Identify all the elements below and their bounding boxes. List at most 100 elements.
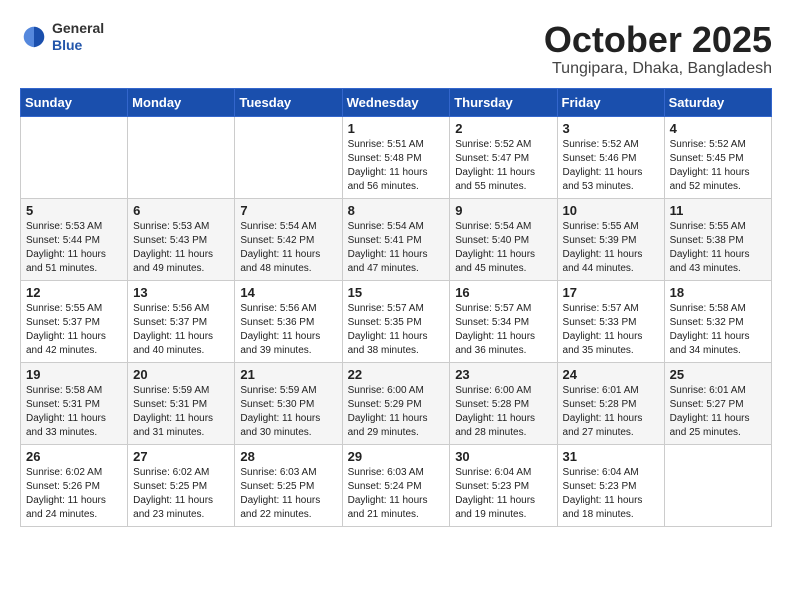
day-number: 30 bbox=[455, 449, 551, 464]
day-info: Sunrise: 5:54 AMSunset: 5:40 PMDaylight:… bbox=[455, 220, 551, 276]
day-number: 9 bbox=[455, 203, 551, 218]
weekday-header-row: SundayMondayTuesdayWednesdayThursdayFrid… bbox=[21, 88, 772, 116]
logo-icon bbox=[20, 23, 48, 51]
calendar-cell: 15 Sunrise: 5:57 AMSunset: 5:35 PMDayligh… bbox=[342, 280, 450, 362]
day-info: Sunrise: 5:57 AMSunset: 5:33 PMDaylight:… bbox=[563, 302, 659, 358]
day-number: 11 bbox=[670, 203, 766, 218]
day-info: Sunrise: 5:52 AMSunset: 5:45 PMDaylight:… bbox=[670, 138, 766, 194]
day-info: Sunrise: 6:01 AMSunset: 5:28 PMDaylight:… bbox=[563, 384, 659, 440]
day-info: Sunrise: 6:01 AMSunset: 5:27 PMDaylight:… bbox=[670, 384, 766, 440]
day-number: 27 bbox=[133, 449, 229, 464]
day-number: 4 bbox=[670, 121, 766, 136]
day-number: 7 bbox=[240, 203, 336, 218]
calendar-cell: 17 Sunrise: 5:57 AMSunset: 5:33 PMDayligh… bbox=[557, 280, 664, 362]
day-info: Sunrise: 5:52 AMSunset: 5:47 PMDaylight:… bbox=[455, 138, 551, 194]
title-area: October 2025 Tungipara, Dhaka, Banglades… bbox=[544, 20, 772, 78]
calendar-cell: 23 Sunrise: 6:00 AMSunset: 5:28 PMDayligh… bbox=[450, 362, 557, 444]
calendar-cell: 21Sunrise: 5:59 AMSunset: 5:30 PMDayligh… bbox=[235, 362, 342, 444]
calendar-cell: 10 Sunrise: 5:55 AMSunset: 5:39 PMDayligh… bbox=[557, 198, 664, 280]
calendar-cell: 9 Sunrise: 5:54 AMSunset: 5:40 PMDaylight… bbox=[450, 198, 557, 280]
calendar-cell: 2 Sunrise: 5:52 AMSunset: 5:47 PMDaylight… bbox=[450, 116, 557, 198]
day-number: 6 bbox=[133, 203, 229, 218]
weekday-header-saturday: Saturday bbox=[664, 88, 771, 116]
day-number: 5 bbox=[26, 203, 122, 218]
day-info: Sunrise: 5:54 AMSunset: 5:41 PMDaylight:… bbox=[348, 220, 445, 276]
day-info: Sunrise: 5:59 AMSunset: 5:30 PMDaylight:… bbox=[240, 384, 336, 440]
day-info: Sunrise: 6:03 AMSunset: 5:24 PMDaylight:… bbox=[348, 466, 445, 522]
day-number: 28 bbox=[240, 449, 336, 464]
calendar-cell: 29 Sunrise: 6:03 AMSunset: 5:24 PMDayligh… bbox=[342, 444, 450, 526]
day-number: 10 bbox=[563, 203, 659, 218]
day-number: 18 bbox=[670, 285, 766, 300]
weekday-header-tuesday: Tuesday bbox=[235, 88, 342, 116]
calendar-table: SundayMondayTuesdayWednesdayThursdayFrid… bbox=[20, 88, 772, 527]
day-number: 2 bbox=[455, 121, 551, 136]
calendar-cell: 14Sunrise: 5:56 AMSunset: 5:36 PMDayligh… bbox=[235, 280, 342, 362]
logo-general: General bbox=[52, 20, 104, 37]
day-number: 19 bbox=[26, 367, 122, 382]
day-info: Sunrise: 6:00 AMSunset: 5:29 PMDaylight:… bbox=[348, 384, 445, 440]
day-number: 22 bbox=[348, 367, 445, 382]
calendar-cell bbox=[21, 116, 128, 198]
calendar-cell: 27Sunrise: 6:02 AMSunset: 5:25 PMDayligh… bbox=[128, 444, 235, 526]
day-info: Sunrise: 5:55 AMSunset: 5:39 PMDaylight:… bbox=[563, 220, 659, 276]
calendar-cell: 28 Sunrise: 6:03 AMSunset: 5:25 PMDayligh… bbox=[235, 444, 342, 526]
weekday-header-friday: Friday bbox=[557, 88, 664, 116]
day-number: 16 bbox=[455, 285, 551, 300]
day-info: Sunrise: 6:03 AMSunset: 5:25 PMDaylight:… bbox=[240, 466, 336, 522]
day-info: Sunrise: 5:56 AMSunset: 5:36 PMDaylight:… bbox=[240, 302, 336, 358]
weekday-header-sunday: Sunday bbox=[21, 88, 128, 116]
calendar-cell: 19Sunrise: 5:58 AMSunset: 5:31 PMDayligh… bbox=[21, 362, 128, 444]
calendar-cell: 3 Sunrise: 5:52 AMSunset: 5:46 PMDaylight… bbox=[557, 116, 664, 198]
calendar-cell: 8 Sunrise: 5:54 AMSunset: 5:41 PMDaylight… bbox=[342, 198, 450, 280]
day-number: 13 bbox=[133, 285, 229, 300]
calendar-cell: 22 Sunrise: 6:00 AMSunset: 5:29 PMDayligh… bbox=[342, 362, 450, 444]
day-number: 17 bbox=[563, 285, 659, 300]
weekday-header-thursday: Thursday bbox=[450, 88, 557, 116]
day-info: Sunrise: 5:57 AMSunset: 5:35 PMDaylight:… bbox=[348, 302, 445, 358]
day-number: 29 bbox=[348, 449, 445, 464]
day-number: 26 bbox=[26, 449, 122, 464]
day-info: Sunrise: 5:53 AMSunset: 5:44 PMDaylight:… bbox=[26, 220, 122, 276]
calendar-cell: 25 Sunrise: 6:01 AMSunset: 5:27 PMDayligh… bbox=[664, 362, 771, 444]
day-info: Sunrise: 5:55 AMSunset: 5:38 PMDaylight:… bbox=[670, 220, 766, 276]
calendar-cell: 30Sunrise: 6:04 AMSunset: 5:23 PMDayligh… bbox=[450, 444, 557, 526]
calendar-cell: 16 Sunrise: 5:57 AMSunset: 5:34 PMDayligh… bbox=[450, 280, 557, 362]
day-number: 3 bbox=[563, 121, 659, 136]
location: Tungipara, Dhaka, Bangladesh bbox=[544, 60, 772, 78]
week-row-3: 12 Sunrise: 5:55 AMSunset: 5:37 PMDayligh… bbox=[21, 280, 772, 362]
day-info: Sunrise: 5:58 AMSunset: 5:32 PMDaylight:… bbox=[670, 302, 766, 358]
calendar-cell: 31 Sunrise: 6:04 AMSunset: 5:23 PMDayligh… bbox=[557, 444, 664, 526]
day-number: 25 bbox=[670, 367, 766, 382]
day-number: 1 bbox=[348, 121, 445, 136]
day-number: 15 bbox=[348, 285, 445, 300]
calendar-cell: 18 Sunrise: 5:58 AMSunset: 5:32 PMDayligh… bbox=[664, 280, 771, 362]
day-info: Sunrise: 5:53 AMSunset: 5:43 PMDaylight:… bbox=[133, 220, 229, 276]
day-info: Sunrise: 6:00 AMSunset: 5:28 PMDaylight:… bbox=[455, 384, 551, 440]
week-row-1: 1 Sunrise: 5:51 AMSunset: 5:48 PMDaylight… bbox=[21, 116, 772, 198]
day-number: 31 bbox=[563, 449, 659, 464]
calendar-cell: 11 Sunrise: 5:55 AMSunset: 5:38 PMDayligh… bbox=[664, 198, 771, 280]
calendar-cell: 7 Sunrise: 5:54 AMSunset: 5:42 PMDaylight… bbox=[235, 198, 342, 280]
day-number: 23 bbox=[455, 367, 551, 382]
day-number: 24 bbox=[563, 367, 659, 382]
calendar-cell bbox=[664, 444, 771, 526]
calendar-cell: 12 Sunrise: 5:55 AMSunset: 5:37 PMDayligh… bbox=[21, 280, 128, 362]
day-info: Sunrise: 6:04 AMSunset: 5:23 PMDaylight:… bbox=[563, 466, 659, 522]
day-info: Sunrise: 5:59 AMSunset: 5:31 PMDaylight:… bbox=[133, 384, 229, 440]
weekday-header-monday: Monday bbox=[128, 88, 235, 116]
calendar-cell bbox=[235, 116, 342, 198]
day-info: Sunrise: 5:57 AMSunset: 5:34 PMDaylight:… bbox=[455, 302, 551, 358]
calendar-cell bbox=[128, 116, 235, 198]
calendar-cell: 1 Sunrise: 5:51 AMSunset: 5:48 PMDaylight… bbox=[342, 116, 450, 198]
day-info: Sunrise: 5:55 AMSunset: 5:37 PMDaylight:… bbox=[26, 302, 122, 358]
day-number: 8 bbox=[348, 203, 445, 218]
calendar-cell: 13Sunrise: 5:56 AMSunset: 5:37 PMDayligh… bbox=[128, 280, 235, 362]
day-info: Sunrise: 5:54 AMSunset: 5:42 PMDaylight:… bbox=[240, 220, 336, 276]
calendar-cell: 20Sunrise: 5:59 AMSunset: 5:31 PMDayligh… bbox=[128, 362, 235, 444]
day-info: Sunrise: 5:52 AMSunset: 5:46 PMDaylight:… bbox=[563, 138, 659, 194]
month-title: October 2025 bbox=[544, 20, 772, 60]
logo: General Blue bbox=[20, 20, 104, 54]
day-number: 12 bbox=[26, 285, 122, 300]
day-info: Sunrise: 5:51 AMSunset: 5:48 PMDaylight:… bbox=[348, 138, 445, 194]
